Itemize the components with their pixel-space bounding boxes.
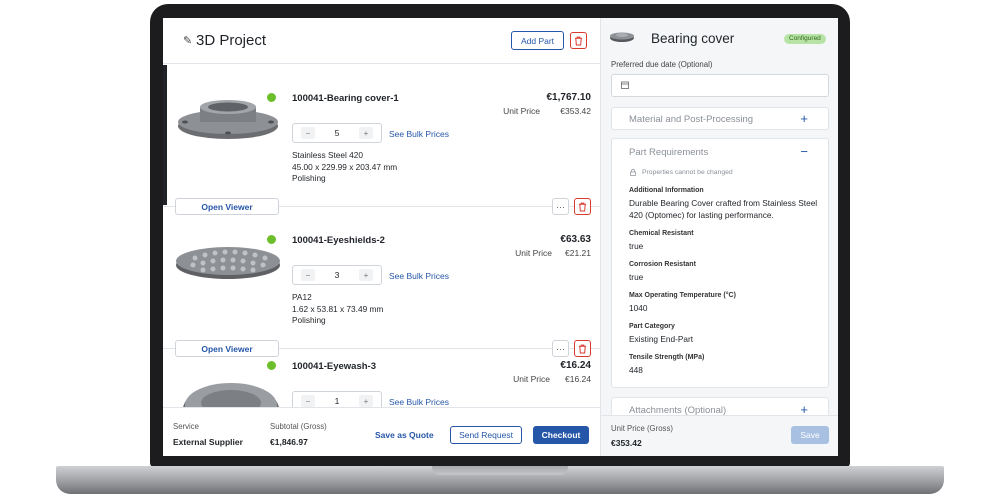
- bulk-prices-link[interactable]: See Bulk Prices: [389, 271, 449, 281]
- status-dot: [267, 235, 276, 244]
- locked-note: Properties cannot be changed: [642, 169, 733, 176]
- due-date-label: Preferred due date (Optional): [611, 60, 713, 69]
- part-name: 100041-Eyewash-3: [292, 361, 376, 372]
- save-button[interactable]: Save: [791, 426, 829, 444]
- list-item: Open Viewer 100041-Bearing cover-1 €1,76…: [163, 65, 600, 215]
- unit-price-label: Unit Price: [513, 374, 550, 384]
- detail-title: Bearing cover: [651, 31, 735, 46]
- plus-icon[interactable]: +: [800, 112, 808, 125]
- plus-icon[interactable]: +: [359, 269, 373, 281]
- project-title[interactable]: 3D Project: [196, 32, 266, 49]
- checkout-button[interactable]: Checkout: [533, 426, 589, 444]
- requirements-panel: Part Requirements − Properties cannot be…: [611, 138, 829, 388]
- status-badge: Configured: [784, 34, 826, 44]
- part-material: PA12: [292, 292, 312, 302]
- material-panel-title: Material and Post-Processing: [629, 114, 754, 125]
- part-price: €63.63: [560, 234, 591, 245]
- unit-price-value: €21.21: [565, 248, 591, 258]
- quantity-stepper[interactable]: − 1 +: [292, 391, 382, 407]
- part-price: €16.24: [560, 360, 591, 371]
- status-dot: [267, 361, 276, 370]
- status-dot: [267, 93, 276, 102]
- cart-pane: ✎ 3D Project Add Part Open Viewer 100041…: [163, 18, 600, 456]
- bulk-prices-link[interactable]: See Bulk Prices: [389, 129, 449, 139]
- unit-price-label: Unit Price: [515, 248, 552, 258]
- plus-icon[interactable]: +: [359, 127, 373, 139]
- part-finish: Polishing: [292, 315, 326, 325]
- unit-price-gross-label: Unit Price (Gross): [611, 424, 673, 433]
- detail-footer: Unit Price (Gross) €353.42 Save: [601, 415, 838, 456]
- unit-price-gross-value: €353.42: [611, 438, 642, 448]
- requirement-value: true: [629, 272, 644, 282]
- requirement-label: Tensile Strength (MPa): [629, 354, 705, 361]
- send-request-button[interactable]: Send Request: [450, 426, 522, 444]
- part-detail-pane: Bearing cover Configured Preferred due d…: [600, 18, 838, 456]
- subtotal-value: €1,846.97: [270, 437, 308, 447]
- unit-price-value: €16.24: [565, 374, 591, 384]
- unit-price-value: €353.42: [560, 106, 591, 116]
- cart-footer: Service External Supplier Subtotal (Gros…: [163, 407, 600, 456]
- part-dimensions: 1.62 x 53.81 x 73.49 mm: [292, 304, 384, 314]
- quantity-stepper[interactable]: − 5 +: [292, 123, 382, 143]
- list-item: Open Viewer 100041-Eyeshields-2 €63.63 U…: [163, 207, 600, 357]
- subtotal-label: Subtotal (Gross): [270, 422, 327, 431]
- material-panel[interactable]: Material and Post-Processing +: [611, 107, 829, 130]
- add-part-button[interactable]: Add Part: [511, 31, 564, 50]
- trash-icon: [574, 36, 583, 46]
- minus-icon[interactable]: −: [800, 145, 808, 158]
- part-thumbnail: [610, 32, 634, 42]
- part-thumbnail: [176, 247, 280, 279]
- list-item: 100041-Eyewash-3 €16.24 Unit Price €16.2…: [163, 349, 600, 407]
- part-name: 100041-Eyeshields-2: [292, 235, 385, 246]
- part-thumbnail: [183, 383, 279, 407]
- project-header: ✎ 3D Project Add Part: [163, 18, 600, 64]
- service-value: External Supplier: [173, 437, 243, 447]
- requirement-label: Chemical Resistant: [629, 230, 694, 237]
- plus-icon[interactable]: +: [359, 395, 373, 407]
- due-date-field[interactable]: [611, 74, 829, 97]
- service-label: Service: [173, 422, 199, 431]
- calendar-icon: [621, 81, 629, 89]
- requirement-value: Durable Bearing Cover crafted from Stain…: [629, 198, 818, 220]
- part-material: Stainless Steel 420: [292, 150, 364, 160]
- requirement-label: Additional Information: [629, 187, 704, 194]
- requirement-label: Max Operating Temperature (°C): [629, 292, 736, 299]
- requirement-label: Corrosion Resistant: [629, 261, 696, 268]
- app-screen: ✎ 3D Project Add Part Open Viewer 100041…: [163, 18, 838, 456]
- save-as-quote-button[interactable]: Save as Quote: [375, 430, 434, 440]
- quantity-stepper[interactable]: − 3 +: [292, 265, 382, 285]
- bulk-prices-link[interactable]: See Bulk Prices: [389, 397, 449, 407]
- part-dimensions: 45.00 x 229.99 x 203.47 mm: [292, 162, 398, 172]
- requirement-value: 1040: [629, 303, 648, 313]
- requirements-panel-title: Part Requirements: [629, 147, 709, 158]
- parts-list[interactable]: Open Viewer 100041-Bearing cover-1 €1,76…: [163, 65, 600, 407]
- requirement-label: Part Category: [629, 323, 675, 330]
- delete-project-button[interactable]: [570, 32, 587, 49]
- part-finish: Polishing: [292, 173, 326, 183]
- requirement-value: 448: [629, 365, 643, 375]
- laptop-notch: [432, 466, 568, 475]
- part-price: €1,767.10: [546, 92, 592, 103]
- lock-icon: [630, 169, 636, 176]
- unit-price-label: Unit Price: [503, 106, 540, 116]
- part-name: 100041-Bearing cover-1: [292, 93, 399, 104]
- requirement-value: true: [629, 241, 644, 251]
- pencil-icon[interactable]: ✎: [183, 34, 192, 47]
- requirement-value: Existing End-Part: [629, 334, 694, 344]
- part-thumbnail: [178, 100, 278, 139]
